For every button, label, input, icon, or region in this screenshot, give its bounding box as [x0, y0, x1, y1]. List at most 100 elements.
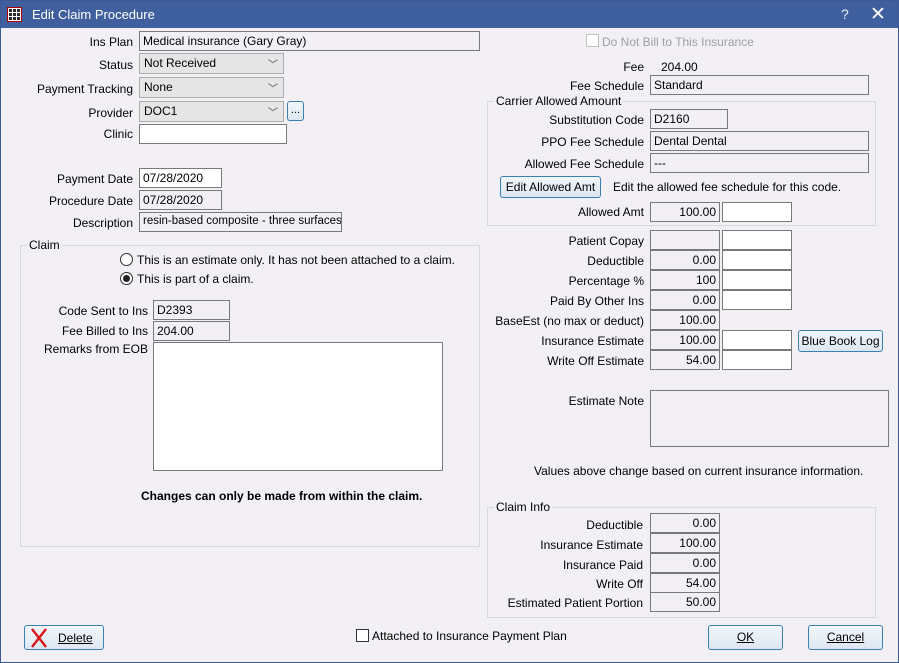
claim-insurance-paid-label: Insurance Paid [562, 558, 643, 572]
remarks-field[interactable] [153, 342, 443, 471]
claim-write-off-value: 54.00 [650, 573, 720, 593]
help-icon[interactable]: ? [841, 6, 849, 22]
insurance-estimate-value: 100.00 [650, 330, 720, 350]
fee-billed-label: Fee Billed to Ins [61, 324, 148, 338]
close-icon[interactable]: ✕ [870, 3, 886, 26]
percentage-label: Percentage % [568, 274, 644, 288]
code-sent-field[interactable]: D2393 [153, 300, 230, 320]
status-label: Status [98, 58, 133, 72]
blue-book-log-button[interactable]: Blue Book Log [798, 330, 883, 352]
claim-changes-notice: Changes can only be made from within the… [141, 489, 423, 503]
paid-by-other-ins-value: 0.00 [650, 290, 720, 310]
carrier-allowed-title: Carrier Allowed Amount [494, 94, 624, 108]
claim-info-title: Claim Info [494, 500, 553, 514]
part-of-claim-label[interactable]: This is part of a claim. [137, 272, 254, 286]
deductible-label: Deductible [587, 254, 644, 268]
claim-patient-portion-label: Estimated Patient Portion [507, 596, 643, 610]
substitution-code-label: Substitution Code [549, 113, 644, 127]
claim-insurance-paid-value: 0.00 [650, 553, 720, 573]
procedure-date-label: Procedure Date [48, 194, 133, 208]
payment-date-field[interactable]: 07/28/2020 [139, 168, 222, 188]
insurance-estimate-override[interactable] [722, 330, 792, 350]
attached-payment-plan-checkbox[interactable] [356, 629, 369, 642]
patient-copay-label: Patient Copay [568, 234, 644, 248]
clinic-label: Clinic [103, 127, 133, 141]
estimate-note-label: Estimate Note [568, 394, 644, 408]
paid-by-other-ins-label: Paid By Other Ins [549, 294, 644, 308]
ok-button[interactable]: OK [708, 625, 783, 650]
provider-picker-button[interactable]: ... [287, 101, 304, 121]
app-grid-icon [7, 7, 22, 22]
edit-allowed-amt-button[interactable]: Edit Allowed Amt [500, 176, 601, 198]
do-not-bill-label: Do Not Bill to This Insurance [602, 35, 754, 49]
fee-value: 204.00 [661, 60, 698, 74]
allowed-fee-schedule-label: Allowed Fee Schedule [524, 157, 644, 171]
patient-copay-override[interactable] [722, 230, 792, 250]
chevron-down-icon: ﹀ [268, 108, 278, 119]
estimate-only-radio[interactable] [120, 253, 133, 266]
values-change-note: Values above change based on current ins… [534, 464, 864, 478]
substitution-code-field[interactable]: D2160 [650, 109, 728, 129]
provider-value: DOC1 [144, 104, 178, 118]
write-off-estimate-label: Write Off Estimate [547, 354, 644, 368]
write-off-estimate-override[interactable] [722, 350, 792, 370]
chevron-down-icon: ﹀ [268, 60, 278, 71]
delete-button[interactable]: Delete [24, 625, 104, 650]
insurance-estimate-label: Insurance Estimate [541, 334, 644, 348]
status-value: Not Received [144, 56, 217, 70]
payment-tracking-label: Payment Tracking [36, 82, 133, 96]
payment-tracking-dropdown[interactable]: None ﹀ [139, 77, 284, 98]
fee-schedule-label: Fee Schedule [569, 79, 644, 93]
allowed-amt-label: Allowed Amt [577, 205, 644, 219]
cancel-button[interactable]: Cancel [808, 625, 883, 650]
description-field[interactable]: resin-based composite - three surfaces, … [139, 212, 342, 232]
payment-date-label: Payment Date [56, 172, 133, 186]
status-dropdown[interactable]: Not Received ﹀ [139, 53, 284, 74]
allowed-fee-schedule-field[interactable]: --- [650, 153, 869, 173]
chevron-down-icon: ﹀ [268, 84, 278, 95]
paid-by-other-ins-override[interactable] [722, 290, 792, 310]
claim-deductible-value: 0.00 [650, 513, 720, 533]
claim-group-title: Claim [27, 238, 62, 252]
percentage-value: 100 [650, 270, 720, 290]
description-label: Description [72, 216, 133, 230]
estimate-only-label[interactable]: This is an estimate only. It has not bee… [137, 253, 455, 267]
fee-billed-field[interactable]: 204.00 [153, 321, 230, 341]
procedure-date-field[interactable]: 07/28/2020 [139, 190, 222, 210]
ppo-fee-schedule-label: PPO Fee Schedule [541, 135, 644, 149]
claim-patient-portion-value: 50.00 [650, 592, 720, 612]
clinic-field[interactable] [139, 124, 287, 144]
part-of-claim-radio[interactable] [120, 272, 133, 285]
ins-plan-label: Ins Plan [89, 35, 133, 49]
base-est-value: 100.00 [650, 310, 720, 330]
do-not-bill-checkbox[interactable] [586, 34, 599, 47]
delete-x-icon [31, 628, 47, 648]
patient-copay-value [650, 230, 720, 250]
window-title: Edit Claim Procedure [32, 7, 155, 22]
attached-payment-plan-label[interactable]: Attached to Insurance Payment Plan [372, 629, 567, 643]
title-bar: Edit Claim Procedure ? ✕ [1, 1, 898, 28]
remarks-label: Remarks from EOB [43, 342, 148, 356]
fee-label: Fee [623, 60, 644, 74]
delete-label: Delete [58, 631, 93, 645]
claim-write-off-label: Write Off [596, 577, 643, 591]
deductible-override[interactable] [722, 250, 792, 270]
allowed-amt-override[interactable] [722, 202, 792, 222]
provider-label: Provider [88, 106, 133, 120]
claim-deductible-label: Deductible [586, 518, 643, 532]
estimate-note-field[interactable] [650, 390, 889, 447]
edit-claim-procedure-window: Edit Claim Procedure ? ✕ Ins Plan Medica… [0, 0, 899, 663]
ppo-fee-schedule-field[interactable]: Dental Dental [650, 131, 869, 151]
percentage-override[interactable] [722, 270, 792, 290]
code-sent-label: Code Sent to Ins [58, 304, 148, 318]
provider-dropdown[interactable]: DOC1 ﹀ [139, 101, 284, 122]
allowed-amt-value: 100.00 [650, 202, 720, 222]
edit-allowed-hint: Edit the allowed fee schedule for this c… [613, 180, 842, 194]
ins-plan-field[interactable]: Medical insurance (Gary Gray) [139, 31, 480, 51]
fee-schedule-field[interactable]: Standard [650, 75, 869, 95]
dialog-body: Ins Plan Medical insurance (Gary Gray) S… [1, 28, 898, 662]
write-off-estimate-value: 54.00 [650, 350, 720, 370]
claim-insurance-estimate-value: 100.00 [650, 533, 720, 553]
payment-tracking-value: None [144, 80, 173, 94]
deductible-value: 0.00 [650, 250, 720, 270]
